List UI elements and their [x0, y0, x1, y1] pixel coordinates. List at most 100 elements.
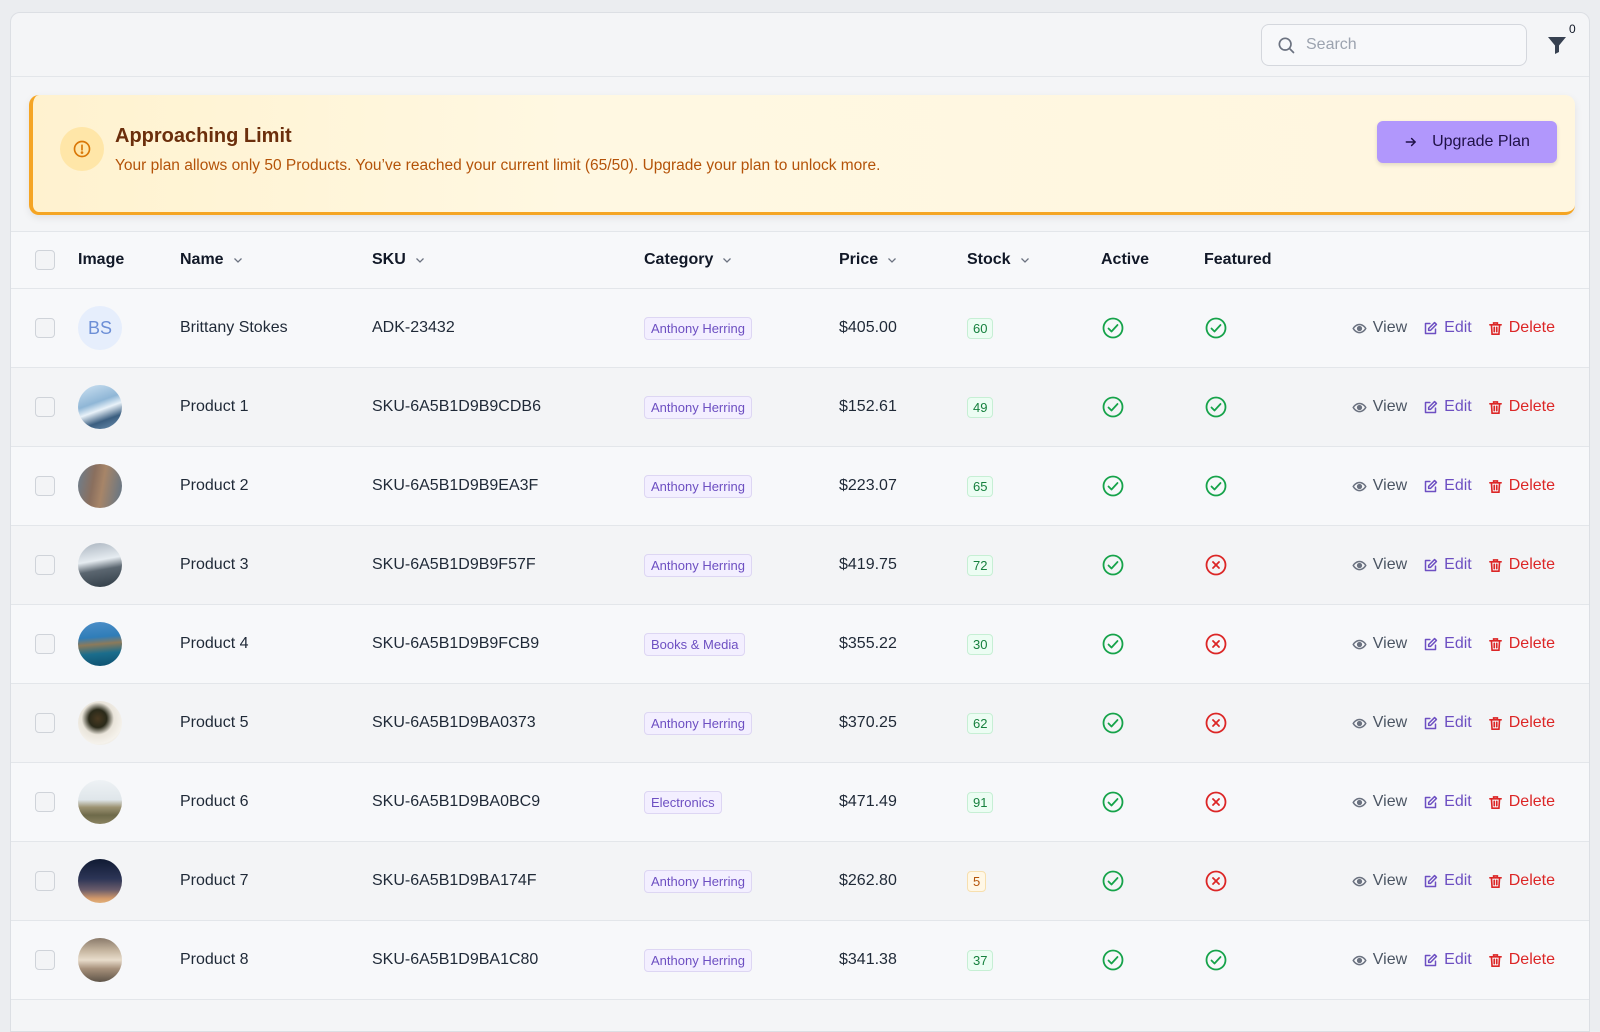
product-name: Product 2: [180, 477, 249, 494]
delete-button[interactable]: Delete: [1488, 635, 1555, 653]
column-header-stock[interactable]: Stock: [967, 232, 1101, 289]
delete-button[interactable]: Delete: [1488, 951, 1555, 969]
row-checkbox[interactable]: [35, 950, 55, 970]
search-input[interactable]: [1306, 36, 1506, 54]
view-button[interactable]: View: [1352, 556, 1407, 574]
category-badge: Anthony Herring: [644, 711, 752, 735]
trash-icon: [1488, 321, 1502, 335]
x-circle-icon: [1205, 554, 1227, 576]
column-header-featured: Featured: [1204, 251, 1272, 268]
delete-button[interactable]: Delete: [1488, 872, 1555, 890]
row-checkbox[interactable]: [35, 713, 55, 733]
product-sku: SKU-6A5B1D9B9FCB9: [372, 635, 540, 652]
delete-button[interactable]: Delete: [1488, 398, 1555, 416]
product-name: Brittany Stokes: [180, 319, 288, 336]
x-circle-icon: [1205, 633, 1227, 655]
delete-button[interactable]: Delete: [1488, 556, 1555, 574]
edit-button[interactable]: Edit: [1423, 556, 1472, 574]
x-circle-icon: [1205, 870, 1227, 892]
column-header-name[interactable]: Name: [180, 232, 372, 289]
category-badge: Electronics: [644, 790, 722, 814]
edit-button[interactable]: Edit: [1423, 793, 1472, 811]
table-row: Product 2 SKU-6A5B1D9B9EA3F Anthony Herr…: [11, 446, 1589, 526]
category-badge: Anthony Herring: [644, 316, 752, 340]
row-checkbox[interactable]: [35, 871, 55, 891]
table-row: BS Brittany Stokes ADK-23432 Anthony Her…: [11, 288, 1589, 368]
check-circle-icon: [1102, 870, 1124, 892]
check-circle-icon: [1102, 791, 1124, 813]
category-badge: Anthony Herring: [644, 869, 752, 893]
limit-warning-banner: Approaching Limit Your plan allows only …: [29, 95, 1575, 215]
product-thumbnail: [78, 938, 122, 982]
view-button[interactable]: View: [1352, 872, 1407, 890]
product-sku: SKU-6A5B1D9B9EA3F: [372, 477, 539, 494]
filter-icon[interactable]: [1545, 33, 1569, 57]
edit-button[interactable]: Edit: [1423, 872, 1472, 890]
search-box[interactable]: [1261, 24, 1527, 66]
filter-count-badge: 0: [1569, 22, 1576, 36]
upgrade-plan-button[interactable]: Upgrade Plan: [1377, 121, 1557, 163]
chevron-down-icon: [233, 257, 242, 263]
delete-button[interactable]: Delete: [1488, 714, 1555, 732]
edit-button[interactable]: Edit: [1423, 951, 1472, 969]
product-image-cell: [78, 763, 180, 842]
edit-button[interactable]: Edit: [1423, 398, 1472, 416]
edit-icon: [1424, 716, 1438, 729]
row-checkbox[interactable]: [35, 634, 55, 654]
view-button[interactable]: View: [1352, 398, 1407, 416]
eye-icon: [1352, 797, 1367, 807]
table-row: Product 3 SKU-6A5B1D9B9F57F Anthony Herr…: [11, 525, 1589, 605]
delete-button[interactable]: Delete: [1488, 319, 1555, 337]
edit-button[interactable]: Edit: [1423, 477, 1472, 495]
category-badge: Books & Media: [644, 632, 746, 656]
product-thumbnail: [78, 780, 122, 824]
trash-icon: [1488, 637, 1502, 651]
eye-icon: [1352, 639, 1367, 649]
view-button[interactable]: View: [1352, 793, 1407, 811]
toolbar: 0: [11, 13, 1589, 77]
view-button[interactable]: View: [1352, 319, 1407, 337]
check-circle-icon: [1102, 396, 1124, 418]
trash-icon: [1488, 716, 1502, 730]
view-button[interactable]: View: [1352, 714, 1407, 732]
eye-icon: [1352, 481, 1367, 491]
column-header-category[interactable]: Category: [644, 232, 839, 289]
edit-icon: [1424, 558, 1438, 571]
trash-icon: [1488, 558, 1502, 572]
edit-button[interactable]: Edit: [1423, 714, 1472, 732]
product-price: $262.80: [839, 872, 897, 889]
category-badge: Anthony Herring: [644, 948, 752, 972]
view-button[interactable]: View: [1352, 477, 1407, 495]
product-sku: SKU-6A5B1D9BA0373: [372, 714, 536, 731]
row-checkbox[interactable]: [35, 476, 55, 496]
x-circle-icon: [1205, 791, 1227, 813]
check-circle-icon: [1102, 475, 1124, 497]
edit-button[interactable]: Edit: [1423, 635, 1472, 653]
view-button[interactable]: View: [1352, 635, 1407, 653]
avatar: BS: [78, 306, 122, 350]
product-price: $355.22: [839, 635, 897, 652]
table-row: Product 5 SKU-6A5B1D9BA0373 Anthony Herr…: [11, 683, 1589, 763]
category-badge: Anthony Herring: [644, 395, 752, 419]
delete-button[interactable]: Delete: [1488, 477, 1555, 495]
products-table: Image Name SKU Category Price Stock Acti…: [11, 231, 1589, 1000]
row-checkbox[interactable]: [35, 397, 55, 417]
column-header-sku[interactable]: SKU: [372, 232, 644, 289]
product-name: Product 3: [180, 556, 249, 573]
edit-button[interactable]: Edit: [1423, 319, 1472, 337]
stock-badge: 37: [967, 949, 994, 971]
product-name: Product 8: [180, 951, 249, 968]
table-row: Product 8 SKU-6A5B1D9BA1C80 Anthony Herr…: [11, 920, 1589, 1000]
select-all-checkbox[interactable]: [35, 250, 55, 270]
trash-icon: [1488, 874, 1502, 888]
column-header-price[interactable]: Price: [839, 232, 967, 289]
row-checkbox[interactable]: [35, 318, 55, 338]
view-button[interactable]: View: [1352, 951, 1407, 969]
row-checkbox[interactable]: [35, 792, 55, 812]
product-sku: SKU-6A5B1D9B9F57F: [372, 556, 536, 573]
product-sku: SKU-6A5B1D9BA0BC9: [372, 793, 541, 810]
delete-button[interactable]: Delete: [1488, 793, 1555, 811]
column-header-image: Image: [78, 251, 125, 268]
edit-icon: [1424, 321, 1438, 334]
row-checkbox[interactable]: [35, 555, 55, 575]
